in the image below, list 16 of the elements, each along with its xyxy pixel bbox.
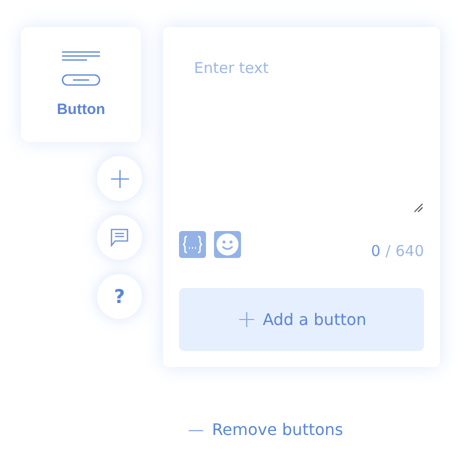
add-button[interactable] bbox=[97, 156, 142, 201]
remove-buttons-link[interactable]: — Remove buttons bbox=[188, 420, 344, 439]
speech-bubble-icon bbox=[110, 228, 129, 247]
curly-braces-icon bbox=[182, 234, 203, 254]
button-widget-icon bbox=[61, 51, 101, 87]
variable-button[interactable] bbox=[179, 230, 206, 258]
plus-icon bbox=[110, 170, 128, 188]
character-count: 0 bbox=[371, 242, 381, 260]
emoji-button[interactable] bbox=[214, 230, 241, 258]
help-button[interactable]: ? bbox=[97, 274, 142, 319]
smiley-icon bbox=[216, 232, 239, 256]
character-limit: / 640 bbox=[386, 242, 424, 260]
add-a-button[interactable]: + Add a button bbox=[179, 288, 424, 351]
comment-button[interactable] bbox=[97, 215, 142, 260]
button-widget-card[interactable]: Button bbox=[21, 27, 141, 142]
widget-label: Button bbox=[56, 101, 106, 118]
